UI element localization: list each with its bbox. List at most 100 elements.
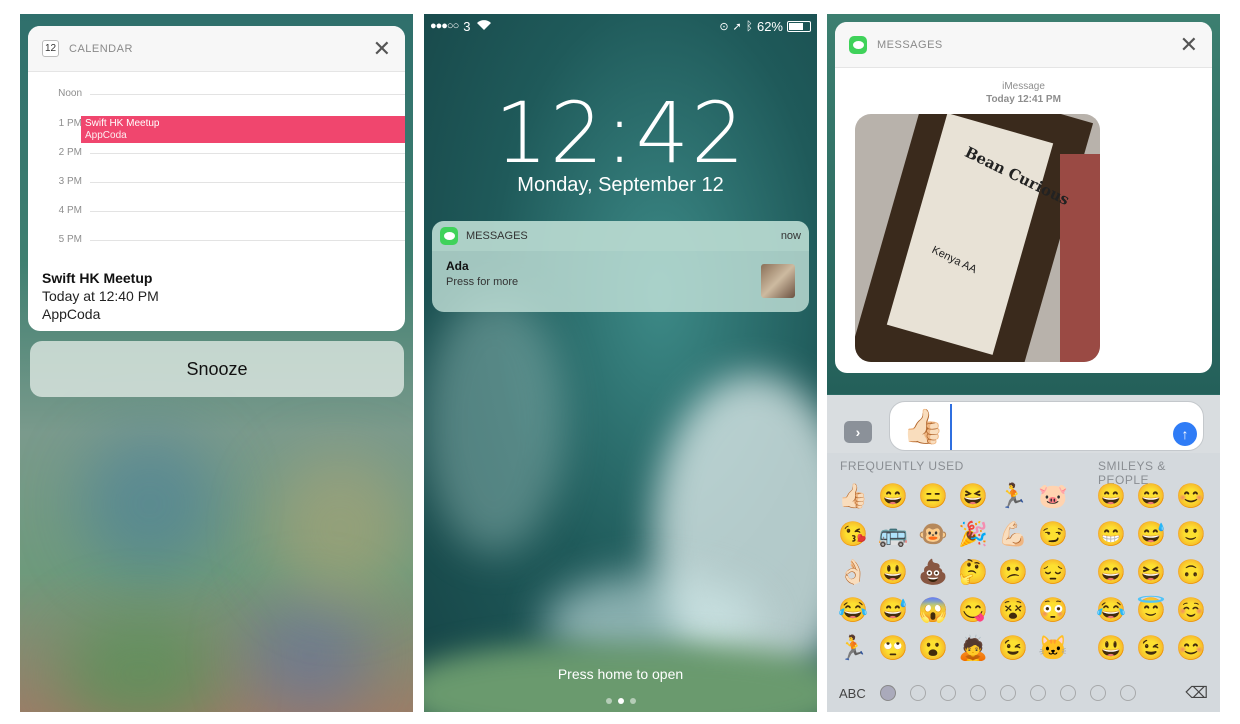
emoji-key[interactable]: 😅 [873, 591, 913, 629]
app-name: MESSAGES [877, 38, 943, 51]
snooze-button[interactable]: Snooze [30, 341, 404, 397]
emoji-key[interactable]: 😃 [1091, 629, 1131, 667]
timeline-row: Noon [28, 88, 405, 99]
emoji-key[interactable]: 🐵 [913, 515, 953, 553]
page-dot [629, 698, 636, 704]
emoji-key[interactable]: 😆 [953, 477, 993, 515]
rotation-lock-icon: ⊙ [719, 20, 729, 33]
emoji-key[interactable]: 🙄 [873, 629, 913, 667]
objects-category-icon[interactable] [1059, 685, 1076, 701]
emoji-key[interactable]: 😏 [1033, 515, 1073, 553]
emoji-key[interactable]: 😮 [913, 629, 953, 667]
emoji-key[interactable]: ☺️ [1171, 591, 1211, 629]
grid-line [90, 153, 405, 154]
travel-category-icon[interactable] [1029, 685, 1046, 701]
emoji-key[interactable]: 🎉 [953, 515, 993, 553]
event-detail-title: Swift HK Meetup [42, 270, 153, 286]
symbols-category-icon[interactable] [1089, 685, 1106, 701]
emoji-key[interactable]: 😇 [1131, 591, 1171, 629]
emoji-key[interactable]: 😉 [993, 629, 1033, 667]
day-timeline: Noon 1 PM 2 PM 3 PM 4 PM 5 PM Swift HK M… [28, 72, 405, 260]
grid-line [90, 182, 405, 183]
calendar-header: 12 CALENDAR ✕ [28, 26, 405, 72]
emoji-key[interactable]: 🤔 [953, 553, 993, 591]
emoji-key[interactable]: 🏃 [993, 477, 1033, 515]
time-label: 3 PM [58, 176, 82, 187]
lock-clock: 12:42 [494, 84, 747, 182]
emoji-key[interactable]: 😁 [1091, 515, 1131, 553]
emoji-key[interactable]: 😵 [993, 591, 1033, 629]
emoji-key[interactable]: 😄 [1091, 553, 1131, 591]
emoji-key[interactable]: 😳 [1033, 591, 1073, 629]
calendar-icon: 12 [42, 40, 59, 57]
emoji-key[interactable]: 🏃 [833, 629, 873, 667]
expand-button[interactable]: › [844, 421, 872, 443]
grid-line [90, 94, 405, 95]
emoji-key[interactable]: 😆 [1131, 553, 1171, 591]
abc-key[interactable]: ABC [839, 686, 866, 701]
notification-time: now [780, 230, 801, 242]
close-icon[interactable]: ✕ [1180, 33, 1198, 56]
emoji-key[interactable]: 😋 [953, 591, 993, 629]
emoji-key[interactable]: 🙂 [1171, 515, 1211, 553]
press-home-hint: Press home to open [557, 666, 684, 682]
calendar-event-block[interactable]: Swift HK Meetup AppCoda [81, 116, 405, 143]
event-detail-time: Today at 12:40 PM [42, 288, 159, 304]
send-button[interactable]: ↑ [1173, 422, 1197, 446]
message-input[interactable]: 👍🏻 ↑ [889, 401, 1204, 451]
emoji-key[interactable]: 😂 [1091, 591, 1131, 629]
event-location: AppCoda [85, 130, 127, 141]
emoji-key[interactable]: 😄 [1131, 477, 1171, 515]
emoji-key[interactable]: 🚌 [873, 515, 913, 553]
emoji-key[interactable]: 😘 [833, 515, 873, 553]
messages-icon [849, 35, 867, 54]
calendar-card: 12 CALENDAR ✕ Noon 1 PM 2 PM 3 PM 4 PM 5… [28, 26, 405, 331]
page-dot-active [617, 698, 624, 704]
emoji-key[interactable]: 😅 [1131, 515, 1171, 553]
emoji-key[interactable]: 😃 [873, 553, 913, 591]
emoji-key[interactable]: 👍🏻 [833, 477, 873, 515]
recent-category-icon[interactable] [879, 685, 896, 701]
emoji-key[interactable]: 😑 [913, 477, 953, 515]
carrier-label: 3 [463, 18, 471, 34]
battery-icon [787, 20, 811, 32]
emoji-key[interactable]: 😊 [1171, 629, 1211, 667]
emoji-key[interactable]: 🙃 [1171, 553, 1211, 591]
delete-key-icon[interactable]: ⌫ [1185, 683, 1208, 703]
time-label: 2 PM [58, 147, 82, 158]
emoji-key[interactable]: 🐱 [1033, 629, 1073, 667]
message-photo[interactable]: Bean Curious Kenya AA [855, 114, 1100, 362]
emoji-key[interactable]: 😄 [873, 477, 913, 515]
emoji-key[interactable]: 💪🏻 [993, 515, 1033, 553]
background-blur [60, 614, 220, 712]
lock-screen-panel: ●●●○○ 3 ⊙ ➚ ᛒ 62% 12:42 Monday, Septembe… [424, 14, 817, 712]
emoji-key[interactable]: 😱 [913, 591, 953, 629]
service-label: iMessage [1002, 81, 1045, 92]
emoji-key[interactable]: 😂 [833, 591, 873, 629]
emoji-key[interactable]: 🙇 [953, 629, 993, 667]
emoji-key[interactable]: 😉 [1131, 629, 1171, 667]
location-icon: ➚ [732, 20, 742, 33]
food-category-icon[interactable] [969, 685, 986, 701]
emoji-key[interactable]: 😔 [1033, 553, 1073, 591]
close-icon[interactable]: ✕ [373, 37, 391, 60]
background-blur [250, 594, 370, 712]
animals-category-icon[interactable] [939, 685, 956, 701]
flags-category-icon[interactable] [1119, 685, 1136, 701]
notification-subtitle: Press for more [446, 276, 519, 288]
emoji-key[interactable]: 😄 [1091, 477, 1131, 515]
emoji-key[interactable]: 😊 [1171, 477, 1211, 515]
event-detail-location: AppCoda [42, 306, 101, 322]
sports-category-icon[interactable] [999, 685, 1016, 701]
signal-icon: ●●●○○ [430, 20, 459, 32]
emoji-key[interactable]: 😕 [993, 553, 1033, 591]
messages-panel: MESSAGES ✕ iMessage Today 12:41 PM Bean … [827, 14, 1220, 712]
background-blur [80, 434, 220, 574]
emoji-key[interactable]: 🐷 [1033, 477, 1073, 515]
notification-sender: Ada [446, 259, 469, 273]
emoji-category-bar: ABC ⌫ [827, 674, 1220, 712]
message-notification[interactable]: MESSAGES now Ada Press for more [432, 221, 809, 312]
emoji-key[interactable]: 💩 [913, 553, 953, 591]
smileys-category-icon[interactable] [909, 685, 926, 701]
emoji-key[interactable]: 👌🏻 [833, 553, 873, 591]
